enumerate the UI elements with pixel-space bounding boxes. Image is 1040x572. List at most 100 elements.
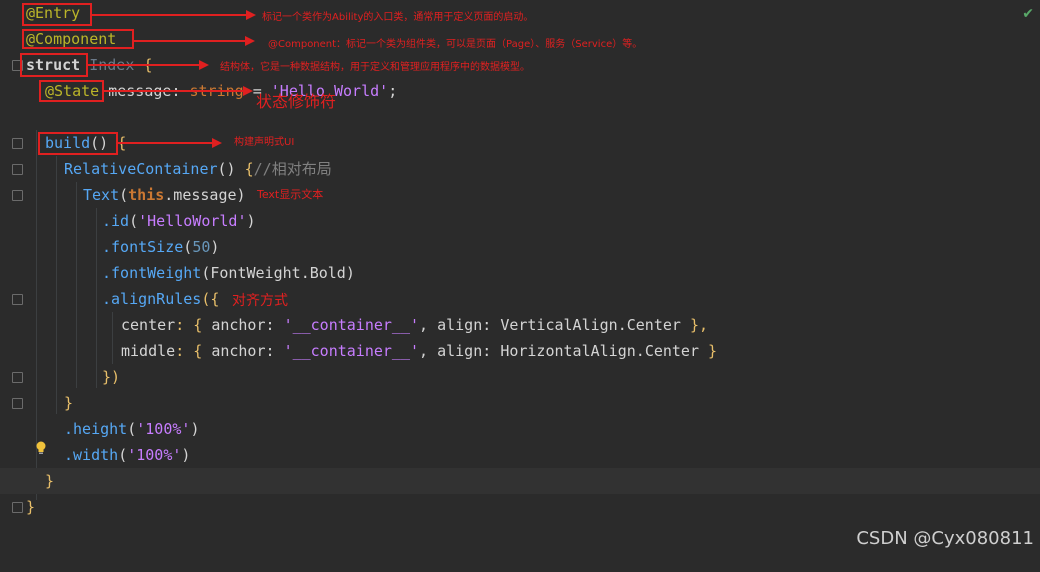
highlight-box [39, 80, 104, 102]
fontsize-call: .fontSize(50) [102, 234, 219, 260]
number-literal: 50 [192, 238, 211, 256]
code-line[interactable]: RelativeContainer() {//相对布局 [0, 156, 1040, 182]
center-rule: center: { anchor: '__container__', align… [121, 312, 708, 338]
string-literal: '100%' [127, 446, 182, 464]
highlight-box [22, 29, 134, 49]
comma: , [419, 316, 438, 334]
property: .message [164, 186, 237, 204]
fontweight-call: .fontWeight(FontWeight.Bold) [102, 260, 355, 286]
watermark: CSDN @Cyx080811 [856, 528, 1034, 549]
string-literal: '100%' [136, 420, 191, 438]
string-literal: 'HelloWorld' [138, 212, 247, 230]
paren: ) [345, 264, 355, 282]
method-name: .fontSize [102, 238, 184, 256]
arrow-head [246, 10, 256, 20]
code-line[interactable]: middle: { anchor: '__container__', align… [0, 338, 1040, 364]
arrow-line [104, 90, 244, 92]
brace: { [244, 160, 254, 178]
brace: } [26, 498, 36, 516]
code-line-current[interactable]: } [0, 468, 1040, 494]
method-name: .id [102, 212, 130, 230]
arrow-head [245, 36, 255, 46]
id-call: .id('HelloWorld') [102, 208, 256, 234]
brace: } [699, 342, 718, 360]
colon: : [482, 316, 501, 334]
colon: : [265, 316, 284, 334]
dot: . [300, 264, 310, 282]
code-line[interactable]: .fontSize(50) [0, 234, 1040, 260]
code-editor[interactable]: @Entry @Component struct Index { @State … [0, 0, 1040, 557]
text-call: Text(this.message) [83, 182, 246, 208]
arrow-line [92, 14, 247, 16]
brace: : { [175, 316, 212, 334]
paren: ) [210, 238, 220, 256]
enum-name: VerticalAlign [500, 316, 618, 334]
code-line[interactable]: .id('HelloWorld') [0, 208, 1040, 234]
code-line[interactable]: Text(this.message) [0, 182, 1040, 208]
arrow-line [118, 142, 213, 144]
arrow-line [134, 40, 246, 42]
height-call: .height('100%') [64, 416, 199, 442]
method-name: .height [64, 420, 128, 438]
comma: , [419, 342, 438, 360]
paren: ( [118, 446, 128, 464]
entry-annotation: 标记一个类作为Ability的入口类，通常用于定义页面的启动。 [262, 12, 534, 23]
highlight-box [38, 132, 118, 155]
lightbulb-icon[interactable] [35, 441, 47, 455]
arrow-line [88, 64, 200, 66]
arrow-head [212, 138, 222, 148]
paren: ) [181, 446, 191, 464]
key: align [437, 342, 483, 360]
width-call: .width('100%') [64, 442, 190, 468]
text-component: Text [83, 186, 120, 204]
method-name: .width [64, 446, 119, 464]
enum-name: FontWeight [210, 264, 301, 282]
enum-value: Bold [309, 264, 346, 282]
enum-name: HorizontalAlign [500, 342, 636, 360]
component-annotation: @Component：标记一个类为组件类，可以是页面（Page）、服务（Serv… [268, 39, 643, 50]
enum-value: Center [626, 316, 681, 334]
colon: : [265, 342, 284, 360]
paren: ) [236, 186, 246, 204]
code-line[interactable]: center: { anchor: '__container__', align… [0, 312, 1040, 338]
code-line[interactable]: } [0, 390, 1040, 416]
middle-rule: middle: { anchor: '__container__', align… [121, 338, 717, 364]
build-annotation: 构建声明式UI [234, 137, 295, 148]
key: anchor [211, 316, 266, 334]
brace: } [64, 394, 74, 412]
method-name: .alignRules [102, 290, 202, 308]
this-keyword: this [128, 186, 165, 204]
alignrules-call: .alignRules({ [102, 286, 219, 312]
code-line[interactable]: .height('100%') [0, 416, 1040, 442]
code-line[interactable]: .width('100%') [0, 442, 1040, 468]
key: middle [121, 342, 176, 360]
align-annotation: 对齐方式 [232, 293, 288, 309]
code-line[interactable]: .fontWeight(FontWeight.Bold) [0, 260, 1040, 286]
paren: () [217, 160, 245, 178]
brace: : { [175, 342, 212, 360]
highlight-box [22, 3, 92, 26]
key: center [121, 316, 176, 334]
text-annotation: Text显示文本 [257, 188, 324, 201]
string-literal: '__container__' [283, 316, 420, 334]
brace: } [45, 472, 55, 490]
key: anchor [211, 342, 266, 360]
container-call: RelativeContainer() {//相对布局 [64, 156, 332, 182]
colon: : [482, 342, 501, 360]
code-line[interactable]: .alignRules({ [0, 286, 1040, 312]
paren: ( [127, 420, 137, 438]
brace: }, [680, 316, 709, 334]
paren: ) [246, 212, 256, 230]
dot: . [617, 316, 627, 334]
relative-container: RelativeContainer [64, 160, 218, 178]
check-icon: ✔ [1022, 6, 1034, 22]
code-line[interactable]: } [0, 494, 1040, 520]
paren: ( [183, 238, 193, 256]
paren: ( [119, 186, 129, 204]
arrow-head [199, 60, 209, 70]
key: align [437, 316, 483, 334]
state-annotation: 状态修饰符 [256, 92, 337, 111]
code-line[interactable]: }) [0, 364, 1040, 390]
paren: ( [129, 212, 139, 230]
enum-value: Center [644, 342, 699, 360]
